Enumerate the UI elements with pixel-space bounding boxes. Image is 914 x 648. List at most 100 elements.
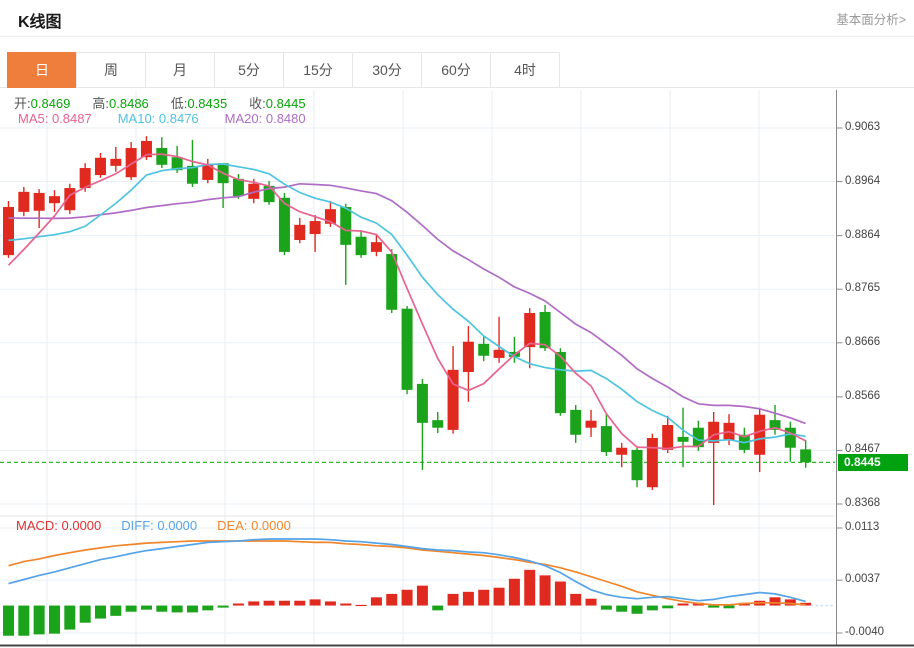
candle[interactable] [646, 437, 658, 488]
candle[interactable] [309, 221, 321, 235]
macd-bar [447, 593, 459, 606]
candle[interactable] [662, 425, 674, 450]
candle[interactable] [48, 196, 60, 204]
candle[interactable] [631, 449, 643, 481]
candle[interactable] [110, 158, 122, 166]
price-tick-label: 0.8368 [845, 497, 881, 509]
macd-bar [186, 605, 198, 613]
tab-60分[interactable]: 60分 [421, 52, 491, 88]
tab-日[interactable]: 日 [7, 52, 77, 88]
macd-bar [217, 605, 229, 608]
macd-bar [600, 605, 612, 610]
candle[interactable] [462, 341, 474, 372]
candle[interactable] [524, 313, 536, 348]
macd-bar [125, 605, 137, 612]
candle[interactable] [754, 414, 766, 455]
macd-bar [616, 605, 628, 612]
legend-item: MACD: 0.0000 [16, 518, 102, 533]
legend-item: MA5: 0.8487 [18, 111, 92, 126]
price-tick-label: 0.8666 [845, 335, 881, 348]
macd-bar [202, 605, 214, 611]
macd-bar [508, 578, 520, 606]
candle[interactable] [570, 409, 582, 435]
tab-月[interactable]: 月 [145, 52, 215, 88]
candle[interactable] [600, 426, 612, 453]
candle[interactable] [156, 148, 168, 165]
period-tabbar: 日周月 5分 15分 30分 60分 4时 [7, 52, 560, 88]
macd-bar [232, 603, 244, 606]
candle[interactable] [478, 343, 490, 356]
price-tick-label: 0.9063 [845, 121, 881, 133]
candle[interactable] [539, 311, 551, 349]
candle[interactable] [416, 383, 428, 423]
candle[interactable] [3, 206, 14, 256]
macd-bar [355, 604, 367, 607]
legend-item: 高:0.8486 [92, 96, 149, 111]
candle[interactable] [355, 236, 367, 256]
macd-bar [18, 605, 30, 636]
legend-item: 低:0.8435 [170, 96, 228, 111]
candle[interactable] [432, 420, 444, 428]
macd-bar [631, 605, 643, 614]
macd-bar [585, 598, 597, 606]
current-price-tag: 0.8445 [838, 453, 908, 471]
macd-bar [646, 605, 658, 611]
macd-bar [662, 605, 674, 609]
candle[interactable] [493, 349, 505, 358]
macd-bar [432, 605, 444, 611]
candle[interactable] [370, 242, 382, 252]
candle[interactable] [94, 157, 106, 176]
macd-bar [340, 603, 352, 606]
macd-bar [64, 605, 76, 630]
legend-item: 开:0.8469 [14, 96, 71, 111]
macd-bar [386, 593, 398, 606]
candle[interactable] [340, 206, 352, 245]
tab-30分[interactable]: 30分 [352, 52, 422, 88]
tab-15分[interactable]: 15分 [283, 52, 353, 88]
candle[interactable] [401, 308, 413, 390]
legend-item: 收:0.8445 [249, 96, 306, 111]
macd-bar [370, 597, 382, 606]
tab-周[interactable]: 周 [76, 52, 146, 88]
title-divider [0, 36, 914, 37]
macd-bar [94, 605, 106, 619]
candle[interactable] [708, 421, 720, 443]
macd-bar [278, 600, 290, 606]
candle[interactable] [677, 436, 689, 442]
ma5-line [7, 153, 807, 450]
candle[interactable] [232, 178, 244, 197]
macd-bar [309, 599, 321, 606]
macd-bar [401, 589, 413, 606]
macd-bar [248, 601, 260, 606]
candle[interactable] [616, 447, 628, 455]
macd-legend: MACD: 0.0000 DIFF: 0.0000 DEA: 0.0000 [16, 518, 291, 533]
legend-item: DEA: 0.0000 [217, 518, 291, 533]
price-tick-label: 0.8964 [845, 174, 881, 187]
ma-lines [7, 153, 807, 450]
macd-bar [33, 605, 45, 635]
macd-tick-label: 0.0037 [845, 573, 881, 586]
macd-bar [462, 591, 474, 606]
candle[interactable] [585, 420, 597, 428]
candle[interactable] [18, 191, 30, 212]
macd-bar [677, 603, 689, 606]
macd-bar [156, 605, 168, 612]
tab-4时[interactable]: 4时 [490, 52, 560, 88]
page-title: K线图 [18, 14, 62, 31]
candle[interactable] [294, 224, 306, 240]
ma10-line [8, 163, 806, 444]
candle[interactable] [800, 449, 812, 463]
legend-item: MA10: 0.8476 [117, 111, 199, 126]
macd-bar [539, 575, 551, 606]
kline-app: K线图 基本面分析> 日周月 5分 15分 30分 60分 4时 开:0.8469 高:0.… [0, 0, 914, 648]
price-tick-label: 0.8566 [845, 389, 881, 402]
legend-item: MA20: 0.8480 [224, 111, 306, 126]
fundamental-analysis-link[interactable]: 基本面分析> [836, 9, 906, 28]
macd-bar [416, 585, 428, 606]
legend-item: DIFF: 0.0000 [121, 518, 198, 533]
candles-layer [3, 136, 812, 506]
candle[interactable] [784, 427, 796, 448]
candle[interactable] [33, 192, 45, 211]
tab-5分[interactable]: 5分 [214, 52, 284, 88]
macd-bar [324, 601, 336, 606]
